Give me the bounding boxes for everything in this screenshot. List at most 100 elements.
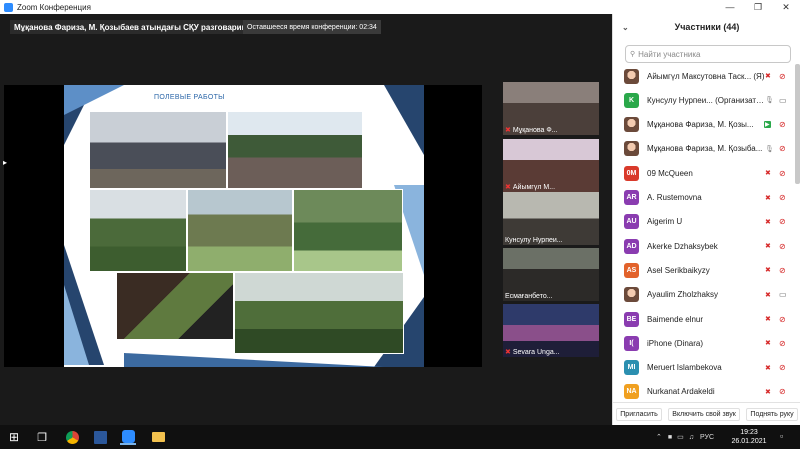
camera-off-icon[interactable]: ⊘ — [779, 242, 786, 251]
clock[interactable]: 19:23 26.01.2021 — [726, 428, 772, 446]
mic-muted-icon[interactable]: ✖ — [765, 315, 771, 323]
participant-name: 09 McQueen — [647, 168, 693, 178]
participant-row[interactable]: NA Nurkanat Ardakeldi ✖ ⊘ — [613, 380, 795, 404]
camera-off-icon[interactable]: ⊘ — [779, 72, 786, 81]
participant-name: Asel Serikbaikyzy — [647, 265, 710, 275]
notification-icon[interactable]: ▫ — [780, 431, 783, 441]
participant-row[interactable]: Айымгүл Максутовна Таск... (Я) ✖ ⊘ — [613, 64, 795, 88]
slide-photo — [187, 189, 293, 272]
volume-icon[interactable]: ♫ — [689, 434, 694, 441]
participant-row[interactable]: Ayaulim Zholzhaksy ✖ ▭ — [613, 283, 795, 307]
avatar: AD — [624, 238, 639, 254]
video-thumbnail[interactable]: Есмағанбето... — [503, 248, 599, 301]
thumbnail-name: Айымгүл М... — [512, 183, 556, 191]
participant-row[interactable]: AD Akerke Dzhaksybek ✖ ⊘ — [613, 234, 795, 258]
mic-muted-icon[interactable]: ✖ — [765, 242, 771, 250]
participant-row[interactable]: AU Aigerim U ✖ ⊘ — [613, 210, 795, 234]
slide-photo — [234, 272, 404, 354]
camera-off-icon[interactable]: ⊘ — [779, 120, 786, 129]
participant-name: Мұқанова Фариза, М. Қозы... — [647, 120, 754, 130]
avatar: AU — [624, 214, 639, 230]
mic-muted-icon[interactable]: ✖ — [765, 72, 771, 80]
slide-heading: ПОЛЕВЫЕ РАБОТЫ — [154, 94, 225, 101]
word-icon[interactable] — [92, 429, 108, 445]
avatar: BE — [624, 311, 639, 327]
participant-name: Ayaulim Zholzhaksy — [647, 290, 718, 300]
scrollbar[interactable] — [795, 64, 800, 184]
shared-screen: ПОЛЕВЫЕ РАБОТЫ — [4, 85, 482, 367]
participant-search[interactable]: ⚲ — [625, 45, 791, 63]
participant-name: Akerke Dzhaksybek — [647, 241, 718, 251]
mic-muted-icon[interactable]: ✖ — [765, 194, 771, 202]
participants-footer: Пригласить Включить свой звук Поднять ру… — [613, 402, 800, 425]
network-icon[interactable]: ■ — [668, 434, 672, 441]
avatar: I( — [624, 335, 639, 351]
file-explorer-icon[interactable] — [150, 429, 166, 445]
camera-off-icon[interactable]: ⊘ — [779, 217, 786, 226]
camera-off-icon[interactable]: ⊘ — [779, 266, 786, 275]
mic-muted-icon[interactable]: ✖ — [765, 388, 771, 396]
slide-photo — [293, 189, 403, 272]
participants-panel: ⌄ Участники (44) ⚲ Айымгүл Максутовна Та… — [612, 14, 800, 425]
close-button[interactable]: ✕ — [776, 0, 796, 14]
mic-icon[interactable]: 🎙 — [765, 145, 774, 153]
camera-off-icon[interactable]: ⊘ — [779, 144, 786, 153]
camera-off-icon[interactable]: ⊘ — [779, 315, 786, 324]
mic-muted-icon[interactable]: ✖ — [765, 169, 771, 177]
participant-row[interactable]: BE Baimende elnur ✖ ⊘ — [613, 307, 795, 331]
participant-row[interactable]: MI Meruert Islambekova ✖ ⊘ — [613, 356, 795, 380]
avatar: 0M — [624, 165, 639, 181]
participant-name: Baimende elnur — [647, 314, 704, 324]
battery-icon[interactable]: ▭ — [677, 433, 684, 441]
participant-row[interactable]: I(iPhone (Dinara) ✖ ⊘ — [613, 331, 795, 355]
language-indicator[interactable]: РУС — [700, 434, 714, 441]
mic-muted-icon[interactable]: ✖ — [765, 291, 771, 299]
participant-name: Мұқанова Фариза, М. Қозыба... — [647, 144, 763, 154]
restore-button[interactable]: ❐ — [748, 0, 768, 14]
chevron-up-icon[interactable]: ⌃ — [656, 433, 662, 441]
meeting-area: Мұқанова Фариза, М. Қозыбаев атындағы СҚ… — [0, 14, 612, 425]
camera-off-icon[interactable]: ⊘ — [779, 169, 786, 178]
search-input[interactable] — [638, 49, 779, 59]
camera-off-icon[interactable]: ⊘ — [779, 387, 786, 396]
camera-icon[interactable]: ▭ — [779, 96, 787, 105]
minimize-button[interactable]: — — [720, 0, 740, 14]
video-thumbnail[interactable]: ✖ Айымгүл М... — [503, 139, 599, 192]
video-thumbnail[interactable]: Кунсулу Нурпеи... — [503, 192, 599, 245]
chrome-icon[interactable] — [64, 429, 80, 445]
video-thumbnail[interactable]: ✖ Sevara Unga... — [503, 304, 599, 357]
thumbnail-name: Sevara Unga... — [512, 348, 560, 356]
mic-muted-icon[interactable]: ✖ — [765, 339, 771, 347]
mic-muted-icon[interactable]: ✖ — [765, 364, 771, 372]
participant-name: A. Rustemovna — [647, 193, 702, 202]
unmute-button[interactable]: Включить свой звук — [668, 407, 740, 421]
chevron-down-icon[interactable]: ⌄ — [622, 23, 629, 32]
presentation-slide: ПОЛЕВЫЕ РАБОТЫ — [64, 85, 424, 367]
video-thumbnail[interactable]: ✖ Мұқанова Ф... — [503, 82, 599, 135]
raise-hand-button[interactable]: Поднять руку — [746, 407, 798, 421]
invite-button[interactable]: Пригласить — [616, 407, 662, 421]
participant-row[interactable]: AR A. Rustemovna ✖ ⊘ — [613, 186, 795, 210]
avatar — [624, 141, 639, 157]
camera-off-icon[interactable]: ⊘ — [779, 363, 786, 372]
mic-muted-icon[interactable]: ✖ — [765, 266, 771, 274]
slide-photo — [116, 272, 234, 340]
mic-muted-icon[interactable]: ✖ — [765, 218, 771, 226]
thumbnail-name: Кунсулу Нурпеи... — [505, 237, 563, 244]
participant-row[interactable]: AS Asel Serikbaikyzy ✖ ⊘ — [613, 258, 795, 282]
participant-row[interactable]: K Кунсулу Нурпеи... (Организатор) 🎙 ▭ — [613, 88, 795, 112]
camera-off-icon[interactable]: ⊘ — [779, 193, 786, 202]
avatar — [624, 287, 639, 303]
clock-date: 26.01.2021 — [731, 438, 767, 445]
participant-row[interactable]: Мұқанова Фариза, М. Қозы... ▶ ⊘ — [613, 113, 795, 137]
thumbnail-name: Мұқанова Ф... — [512, 126, 558, 134]
windows-start-icon[interactable]: ⊞ — [6, 429, 22, 445]
zoom-taskbar-icon[interactable] — [120, 429, 136, 445]
participant-row[interactable]: Мұқанова Фариза, М. Қозыба... 🎙 ⊘ — [613, 137, 795, 161]
task-view-icon[interactable]: ❐ — [34, 429, 50, 445]
participant-row[interactable]: 0M 09 McQueen ✖ ⊘ — [613, 161, 795, 185]
mic-icon[interactable]: 🎙 — [765, 96, 774, 104]
video-on-icon[interactable]: ▶ — [764, 121, 771, 129]
camera-icon[interactable]: ▭ — [779, 290, 787, 299]
camera-off-icon[interactable]: ⊘ — [779, 339, 786, 348]
